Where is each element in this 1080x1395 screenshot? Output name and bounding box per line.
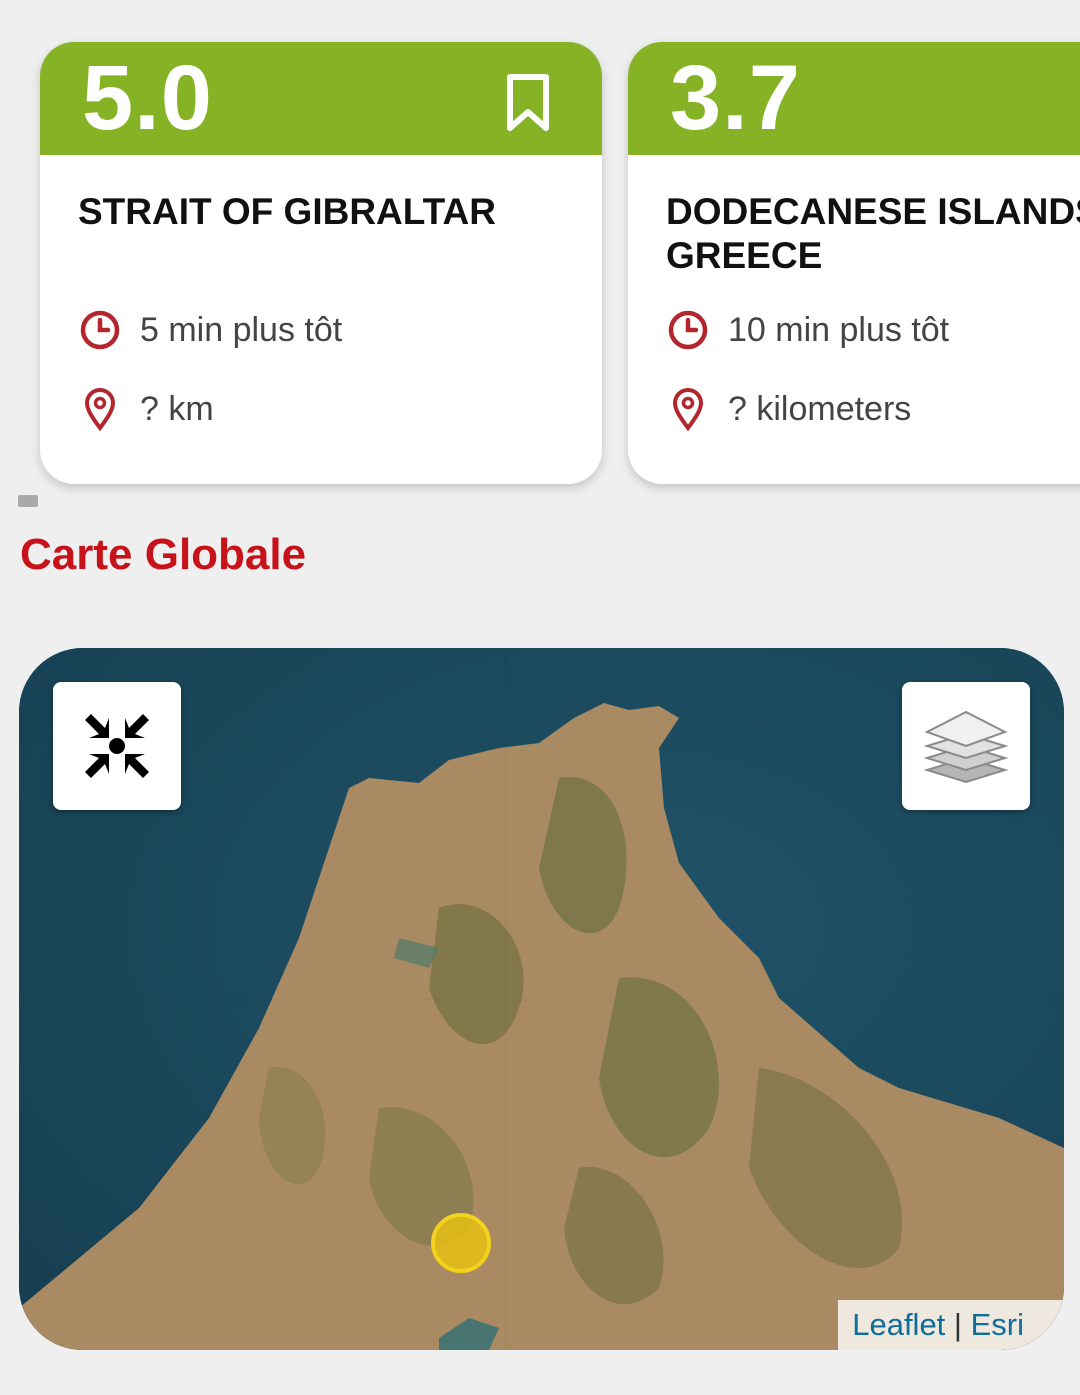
earthquake-marker[interactable] xyxy=(431,1213,491,1273)
time-ago: 5 min plus tôt xyxy=(140,310,343,349)
time-row: 10 min plus tôt xyxy=(666,308,949,352)
time-ago: 10 min plus tôt xyxy=(728,310,950,349)
place-name: STRAIT OF GIBRALTAR xyxy=(78,191,496,232)
earthquake-card-strip[interactable]: 5.0 STRAIT OF GIBRALTAR 5 min plus tôt ?… xyxy=(0,0,1080,500)
collapse-arrows-icon xyxy=(85,714,149,778)
distance: ? kilometers xyxy=(728,389,912,428)
earthquake-card[interactable]: 3.7 DODECANESE ISLANDS, GREECE 10 min pl… xyxy=(628,42,1080,484)
card-header: 5.0 xyxy=(40,42,602,155)
fit-bounds-button[interactable] xyxy=(53,682,181,810)
esri-link[interactable]: Esri xyxy=(971,1307,1024,1342)
distance: ? km xyxy=(140,389,214,428)
attribution-separator: | xyxy=(953,1307,962,1342)
time-row: 5 min plus tôt xyxy=(78,308,342,352)
clock-icon xyxy=(668,310,708,350)
global-map[interactable]: Leaflet | Esri xyxy=(19,648,1064,1350)
leaflet-link[interactable]: Leaflet xyxy=(852,1307,945,1342)
earthquake-card[interactable]: 5.0 STRAIT OF GIBRALTAR 5 min plus tôt ?… xyxy=(40,42,602,484)
layers-button[interactable] xyxy=(902,682,1030,810)
distance-row: ? km xyxy=(78,387,214,431)
clock-icon xyxy=(80,310,120,350)
magnitude-value: 5.0 xyxy=(82,47,213,149)
magnitude-value: 3.7 xyxy=(670,47,801,149)
place-name: DODECANESE ISLANDS, GREECE xyxy=(666,191,1080,276)
location-pin-icon xyxy=(84,388,116,431)
scroll-indicator xyxy=(18,495,38,507)
card-header: 3.7 xyxy=(628,42,1080,155)
section-title: Carte Globale xyxy=(20,530,307,579)
location-pin-icon xyxy=(672,388,704,431)
map-attribution: Leaflet | Esri xyxy=(838,1300,1064,1350)
distance-row: ? kilometers xyxy=(666,387,911,431)
bookmark-icon[interactable] xyxy=(504,72,552,134)
layers-icon xyxy=(923,710,1009,784)
